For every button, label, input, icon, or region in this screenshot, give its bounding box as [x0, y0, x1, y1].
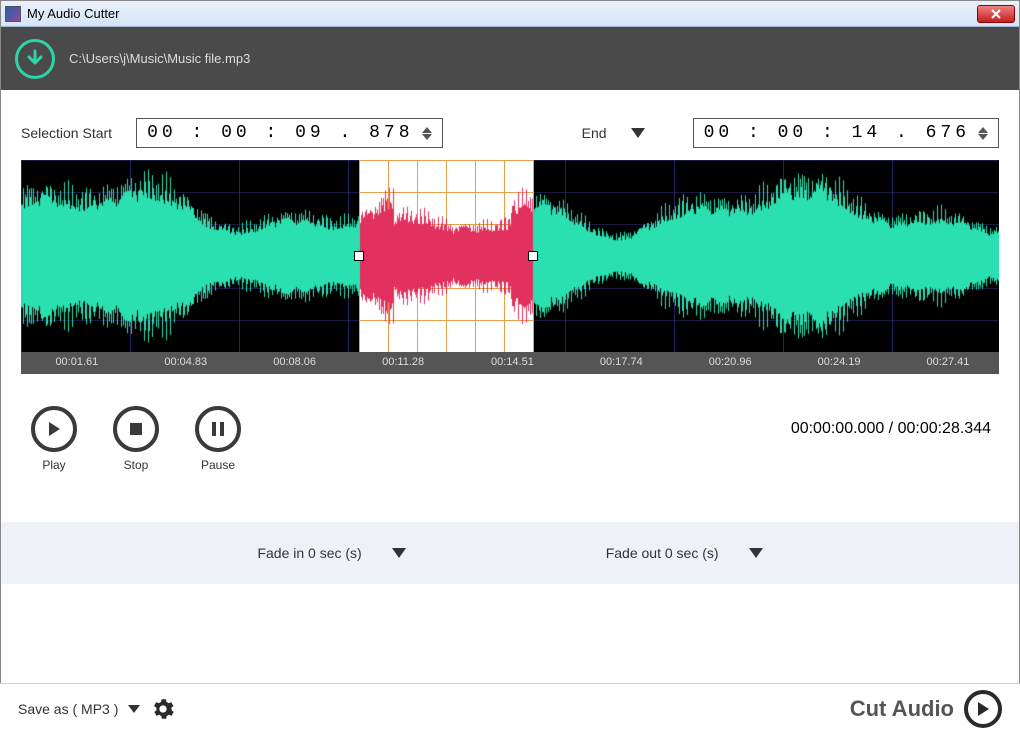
ruler-tick: 00:17.74: [600, 356, 643, 368]
window-title: My Audio Cutter: [27, 6, 977, 21]
selection-start-value: 00 : 00 : 09 . 878: [147, 123, 413, 143]
close-icon: [990, 9, 1002, 19]
start-spinner: [422, 127, 432, 140]
selection-start-label: Selection Start: [21, 125, 112, 141]
end-spinner-up[interactable]: [978, 127, 988, 133]
fade-out-label: Fade out 0 sec (s): [606, 545, 719, 561]
ruler-tick: 00:20.96: [709, 356, 752, 368]
pause-button[interactable]: Pause: [195, 406, 241, 472]
fade-in-dropdown[interactable]: Fade in 0 sec (s): [257, 545, 405, 561]
dropdown-triangle-icon: [631, 128, 645, 138]
file-path: C:\Users\j\Music\Music file.mp3: [69, 51, 250, 66]
waveform-display[interactable]: [21, 160, 999, 352]
play-icon: [45, 420, 63, 438]
fade-options: Fade in 0 sec (s) Fade out 0 sec (s): [1, 522, 1019, 584]
end-mode-dropdown[interactable]: End: [582, 125, 645, 141]
start-spinner-up[interactable]: [422, 127, 432, 133]
playback-controls: Play Stop Pause 00:00:00.000 / 00:00:28.…: [1, 374, 1019, 492]
fade-out-dropdown[interactable]: Fade out 0 sec (s): [606, 545, 763, 561]
time-ruler: 00:01.61 00:04.83 00:08.06 00:11.28 00:14.51…: [21, 352, 999, 374]
cut-audio-button[interactable]: Cut Audio: [850, 690, 1002, 728]
load-file-button[interactable]: [15, 39, 55, 79]
start-spinner-down[interactable]: [422, 134, 432, 140]
file-bar: C:\Users\j\Music\Music file.mp3: [1, 27, 1019, 90]
close-button[interactable]: [977, 5, 1015, 23]
app-icon: [5, 6, 21, 22]
pause-icon: [210, 421, 226, 437]
selection-controls: Selection Start 00 : 00 : 09 . 878 End 0…: [1, 90, 1019, 160]
save-as-dropdown[interactable]: Save as ( MP3 ): [18, 698, 174, 720]
settings-gear-icon[interactable]: [152, 698, 174, 720]
ruler-tick: 00:04.83: [164, 356, 207, 368]
bottom-bar: Save as ( MP3 ) Cut Audio: [0, 683, 1020, 733]
waveform-canvas: [21, 160, 999, 352]
dropdown-triangle-icon: [749, 548, 763, 558]
selection-start-input[interactable]: 00 : 00 : 09 . 878: [136, 118, 442, 148]
waveform-area: 00:01.61 00:04.83 00:08.06 00:11.28 00:14.51…: [21, 160, 999, 374]
save-as-label: Save as ( MP3 ): [18, 701, 118, 717]
ruler-tick: 00:01.61: [55, 356, 98, 368]
selection-end-value: 00 : 00 : 14 . 676: [704, 123, 970, 143]
stop-button[interactable]: Stop: [113, 406, 159, 472]
ruler-tick: 00:27.41: [927, 356, 970, 368]
download-arrow-icon: [25, 49, 45, 69]
ruler-tick: 00:24.19: [818, 356, 861, 368]
pause-label: Pause: [201, 458, 235, 472]
fade-in-label: Fade in 0 sec (s): [257, 545, 361, 561]
selection-end-input[interactable]: 00 : 00 : 14 . 676: [693, 118, 999, 148]
play-label: Play: [42, 458, 65, 472]
end-spinner-down[interactable]: [978, 134, 988, 140]
selection-start-handle[interactable]: [354, 251, 364, 261]
arrow-right-icon: [974, 700, 992, 718]
cut-audio-label: Cut Audio: [850, 696, 954, 722]
selection-end-handle[interactable]: [528, 251, 538, 261]
time-counter: 00:00:00.000 / 00:00:28.344: [791, 420, 991, 438]
end-spinner: [978, 127, 988, 140]
stop-icon: [128, 421, 144, 437]
window-titlebar: My Audio Cutter: [1, 1, 1019, 27]
dropdown-triangle-icon: [128, 705, 140, 713]
ruler-tick: 00:14.51: [491, 356, 534, 368]
selection-end-label: End: [582, 125, 607, 141]
ruler-tick: 00:11.28: [382, 356, 424, 368]
dropdown-triangle-icon: [392, 548, 406, 558]
ruler-tick: 00:08.06: [273, 356, 316, 368]
stop-label: Stop: [124, 458, 149, 472]
play-button[interactable]: Play: [31, 406, 77, 472]
